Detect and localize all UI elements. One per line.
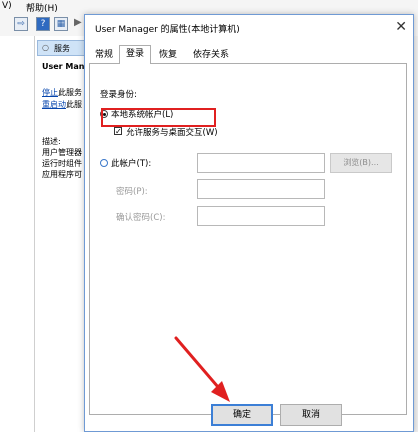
this-account-label[interactable]: 此帐户(T): — [111, 157, 151, 169]
properties-dialog: User Manager 的属性(本地计算机) ✕ 常规 登录 恢复 依存关系 … — [84, 14, 414, 432]
menubar: V) 帮助(H) — [0, 0, 418, 14]
console-icon[interactable]: ▦ — [54, 17, 68, 31]
cancel-button[interactable]: 取消 — [280, 404, 342, 426]
tab-logon[interactable]: 登录 — [119, 45, 151, 64]
tab-dependencies[interactable]: 依存关系 — [187, 47, 235, 63]
tab-recovery[interactable]: 恢复 — [153, 47, 183, 63]
menu-item-help[interactable]: 帮助(H) — [26, 1, 58, 14]
menu-item-view[interactable]: V) — [2, 1, 12, 11]
confirm-password-field[interactable] — [197, 206, 325, 226]
tab-general[interactable]: 常规 — [89, 47, 119, 63]
password-field[interactable] — [197, 179, 325, 199]
description-line: 应用程序可 — [42, 170, 82, 179]
dialog-title: User Manager 的属性(本地计算机) — [95, 25, 240, 35]
ok-button[interactable]: 确定 — [211, 404, 273, 426]
account-field[interactable] — [197, 153, 325, 173]
description-line: 用户管理器 — [42, 148, 82, 157]
browse-button[interactable]: 浏览(B)... — [330, 153, 392, 173]
allow-desktop-checkbox[interactable]: ✓ — [114, 127, 122, 136]
restart-service-suffix: 此服 — [66, 100, 82, 109]
description-line: 运行时组件 — [42, 159, 82, 168]
help-icon[interactable]: ? — [36, 17, 50, 31]
logon-as-label: 登录身份: — [100, 90, 137, 100]
restart-service-line: 重启动此服 — [42, 99, 82, 110]
stop-service-link[interactable]: 停止 — [42, 88, 58, 97]
stop-service-suffix: 此服务 — [58, 88, 82, 97]
search-icon: ○ — [42, 43, 49, 52]
password-label: 密码(P): — [116, 187, 148, 197]
highlight-box — [101, 108, 216, 127]
export-icon[interactable]: ⇨ — [14, 17, 28, 31]
selected-service-name: User Man — [42, 62, 85, 71]
services-tab-label: 服务 — [54, 44, 70, 53]
description-label: 描述: — [42, 137, 61, 146]
close-icon[interactable]: ✕ — [395, 19, 407, 35]
confirm-password-label: 确认密码(C): — [116, 213, 166, 223]
dialog-titlebar[interactable]: User Manager 的属性(本地计算机) ✕ — [85, 15, 413, 41]
allow-desktop-label[interactable]: 允许服务与桌面交互(W) — [126, 126, 218, 138]
stop-service-line: 停止此服务 — [42, 87, 82, 98]
restart-service-link[interactable]: 重启动 — [42, 100, 66, 109]
services-tab[interactable]: ○ 服务 — [37, 40, 85, 56]
console-tree — [0, 36, 35, 432]
this-account-radio[interactable] — [100, 159, 108, 167]
play-icon[interactable]: ▶ — [74, 17, 82, 28]
